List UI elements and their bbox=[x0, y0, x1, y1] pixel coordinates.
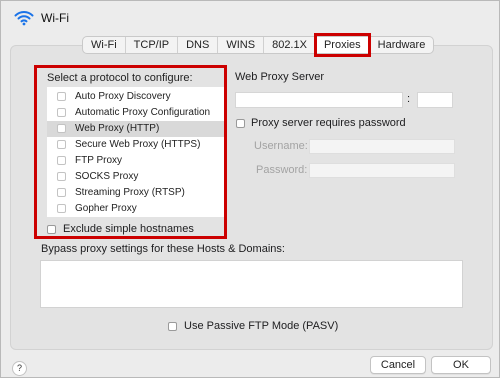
tab-dns[interactable]: DNS bbox=[178, 37, 219, 53]
password-label: Password: bbox=[256, 164, 308, 176]
passive-ftp-checkbox[interactable] bbox=[168, 322, 177, 331]
help-button[interactable]: ? bbox=[12, 361, 27, 376]
passive-ftp-label: Use Passive FTP Mode (PASV) bbox=[184, 320, 339, 332]
username-label: Username: bbox=[254, 140, 308, 152]
tab-tcpip[interactable]: TCP/IP bbox=[126, 37, 179, 53]
cancel-button[interactable]: Cancel bbox=[370, 356, 426, 374]
tab-bar: Wi-Fi TCP/IP DNS WINS 802.1X Proxies Har… bbox=[82, 33, 435, 57]
tab-8021x[interactable]: 802.1X bbox=[264, 37, 316, 53]
window-title: Wi-Fi bbox=[41, 11, 69, 25]
wifi-icon bbox=[14, 11, 34, 26]
password-field[interactable] bbox=[309, 163, 455, 178]
title-bar: Wi-Fi bbox=[1, 1, 499, 33]
protocol-highlight-box bbox=[34, 65, 227, 239]
tab-wifi[interactable]: Wi-Fi bbox=[83, 37, 126, 53]
tab-wins[interactable]: WINS bbox=[218, 37, 265, 53]
ok-button[interactable]: OK bbox=[431, 356, 491, 374]
proxy-server-heading: Web Proxy Server bbox=[235, 71, 325, 83]
proxy-server-input[interactable] bbox=[235, 92, 403, 108]
port-separator: : bbox=[407, 93, 411, 105]
proxy-port-input[interactable] bbox=[417, 92, 453, 108]
username-field[interactable] bbox=[309, 139, 455, 154]
tab-proxies[interactable]: Proxies bbox=[313, 33, 371, 57]
tab-hardware[interactable]: Hardware bbox=[370, 37, 434, 53]
network-settings-window: Wi-Fi Wi-Fi TCP/IP DNS WINS 802.1X Proxi… bbox=[0, 0, 500, 378]
requires-password-label: Proxy server requires password bbox=[251, 117, 406, 129]
bypass-hosts-textarea[interactable] bbox=[40, 260, 463, 308]
requires-password-checkbox[interactable] bbox=[236, 119, 245, 128]
bypass-label: Bypass proxy settings for these Hosts & … bbox=[41, 243, 285, 255]
